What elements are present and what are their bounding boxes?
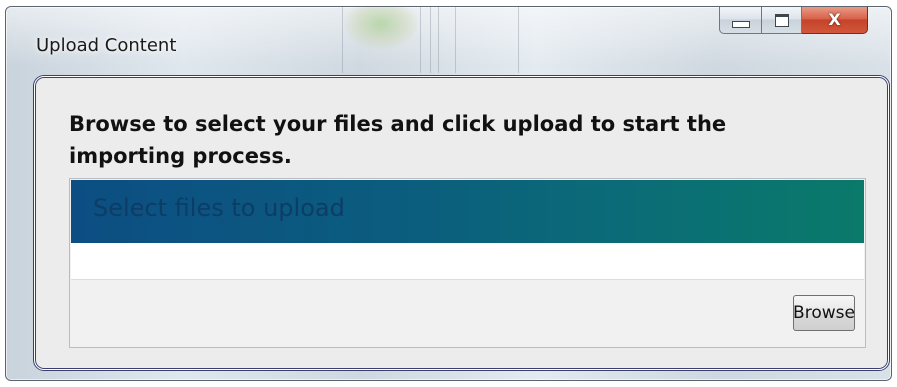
upload-content-window: Upload Content X Browse to select your f… [5, 6, 892, 381]
caption-buttons: X [719, 7, 868, 34]
dialog-content: Browse to select your files and click up… [34, 76, 889, 370]
upload-header: Select files to upload [71, 180, 864, 243]
file-list[interactable] [71, 243, 864, 280]
minimize-icon [731, 20, 750, 28]
glass-streak [438, 7, 439, 73]
upload-header-text: Select files to upload [93, 194, 345, 222]
glass-streak [420, 7, 421, 73]
close-icon: X [828, 10, 841, 29]
glass-streak [518, 7, 519, 73]
glass-streak [342, 7, 343, 73]
upload-panel: Select files to upload Browse [69, 178, 866, 348]
minimize-button[interactable] [719, 7, 762, 34]
glass-streak [455, 7, 456, 73]
maximize-button[interactable] [762, 7, 802, 34]
maximize-icon [774, 13, 789, 27]
glass-streak [430, 7, 431, 73]
browse-button[interactable]: Browse [793, 295, 855, 331]
instructions-text: Browse to select your files and click up… [69, 112, 727, 168]
window-title: Upload Content [36, 35, 177, 56]
close-button[interactable]: X [802, 7, 868, 34]
taskbar-app-icon [344, 7, 418, 49]
